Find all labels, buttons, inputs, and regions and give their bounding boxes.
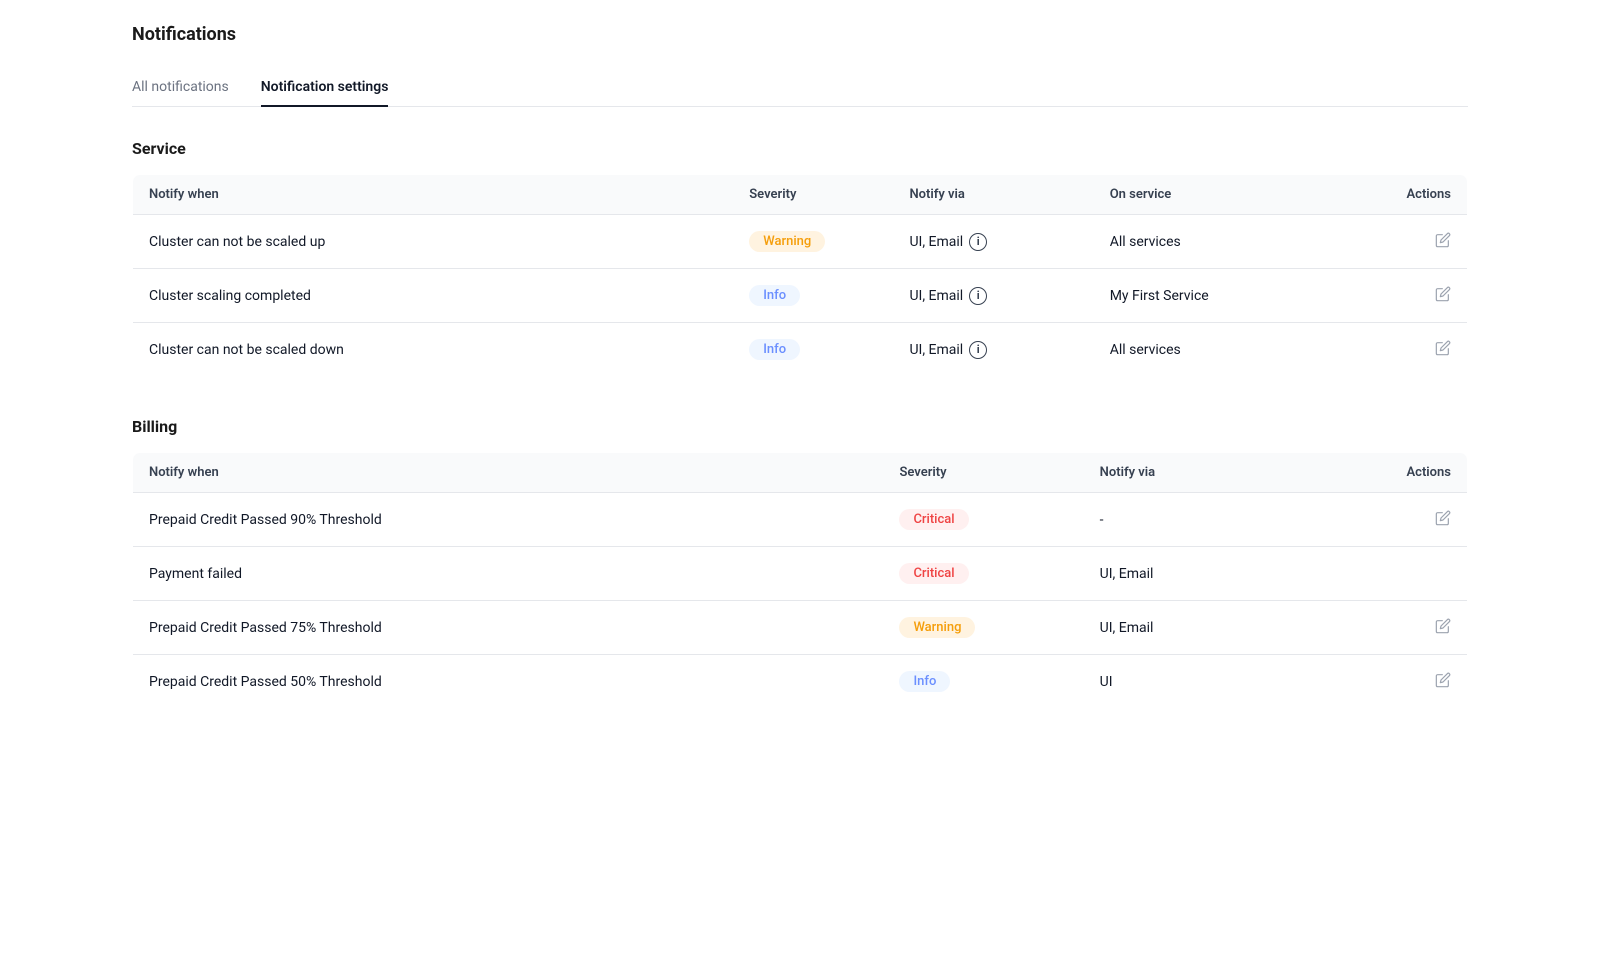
badge-critical: Critical [899,563,968,584]
page-container: Notifications All notifications Notifica… [100,0,1500,773]
cell-severity: Warning [733,215,893,269]
section-title-billing: Billing [132,417,1468,436]
cell-notify-via: - [1084,493,1334,547]
notify-via-text: UI, Email [1100,566,1154,582]
info-icon[interactable]: i [969,341,987,359]
table-row: Cluster can not be scaled up Warning UI, E… [133,215,1468,269]
cell-actions [1361,215,1468,269]
table-row: Cluster scaling completed Info UI, Email i M… [133,269,1468,323]
edit-button[interactable] [1435,341,1451,360]
table-row: Payment failed Critical UI, Email [133,547,1468,601]
badge-warning: Warning [749,231,825,252]
cell-notify-when: Prepaid Credit Passed 75% Threshold [133,601,884,655]
cell-notify-when: Cluster can not be scaled down [133,323,734,377]
cell-actions [1361,269,1468,323]
table-row: Prepaid Credit Passed 90% Threshold Criti… [133,493,1468,547]
col-header-actions: Actions [1361,175,1468,215]
cell-notify-via: UI, Email [1084,601,1334,655]
cell-notify-when: Payment failed [133,547,884,601]
badge-critical: Critical [899,509,968,530]
cell-severity: Info [733,323,893,377]
cell-on-service: My First Service [1094,269,1361,323]
col-header-severity: Severity [733,175,893,215]
notify-via-text: UI, Email [909,234,963,250]
col-header-notify_via: Notify via [1084,453,1334,493]
cell-notify-when: Prepaid Credit Passed 90% Threshold [133,493,884,547]
cell-actions [1334,547,1468,601]
cell-notify-via: UI, Email [1084,547,1334,601]
info-icon[interactable]: i [969,233,987,251]
cell-severity: Info [883,655,1083,709]
col-header-actions: Actions [1334,453,1468,493]
table-billing: Notify whenSeverityNotify viaActionsPrep… [132,452,1468,709]
cell-severity: Warning [883,601,1083,655]
cell-notify-when: Cluster can not be scaled up [133,215,734,269]
cell-notify-when: Cluster scaling completed [133,269,734,323]
info-icon[interactable]: i [969,287,987,305]
table-row: Prepaid Credit Passed 75% Threshold Warni… [133,601,1468,655]
col-header-notify_when: Notify when [133,453,884,493]
col-header-notify_via: Notify via [893,175,1093,215]
notify-via-text: UI, Email [909,342,963,358]
cell-severity: Critical [883,493,1083,547]
col-header-notify_when: Notify when [133,175,734,215]
cell-severity: Critical [883,547,1083,601]
col-header-severity: Severity [883,453,1083,493]
cell-notify-via: UI, Email i [893,215,1093,269]
edit-button[interactable] [1435,619,1451,638]
edit-button[interactable] [1435,287,1451,306]
notify-via-text: UI, Email [909,288,963,304]
cell-on-service: All services [1094,323,1361,377]
cell-notify-via: UI [1084,655,1334,709]
cell-notify-via: UI, Email i [893,323,1093,377]
section-title-service: Service [132,139,1468,158]
edit-button[interactable] [1435,673,1451,692]
cell-actions [1334,601,1468,655]
notify-via-text: - [1100,512,1104,528]
cell-on-service: All services [1094,215,1361,269]
tab-bar: All notifications Notification settings [132,69,1468,107]
cell-actions [1361,323,1468,377]
cell-actions [1334,655,1468,709]
edit-button[interactable] [1435,233,1451,252]
section-service: Service Notify whenSeverityNotify viaOn s… [132,139,1468,377]
badge-info: Info [749,285,800,306]
notify-via-text: UI [1100,674,1113,690]
badge-warning: Warning [899,617,975,638]
table-service: Notify whenSeverityNotify viaOn serviceA… [132,174,1468,377]
cell-notify-when: Prepaid Credit Passed 50% Threshold [133,655,884,709]
col-header-on_service: On service [1094,175,1361,215]
cell-actions [1334,493,1468,547]
table-row: Cluster can not be scaled down Info UI, Em… [133,323,1468,377]
badge-info: Info [899,671,950,692]
notify-via-text: UI, Email [1100,620,1154,636]
tab-notification-settings[interactable]: Notification settings [261,69,389,107]
section-billing: Billing Notify whenSeverityNotify viaActi… [132,417,1468,709]
badge-info: Info [749,339,800,360]
cell-severity: Info [733,269,893,323]
edit-button[interactable] [1435,511,1451,530]
page-title: Notifications [132,24,1468,45]
table-row: Prepaid Credit Passed 50% Threshold Info U… [133,655,1468,709]
sections-container: ServiceNotify whenSeverityNotify viaOn s… [132,139,1468,709]
cell-notify-via: UI, Email i [893,269,1093,323]
tab-all-notifications[interactable]: All notifications [132,69,229,107]
